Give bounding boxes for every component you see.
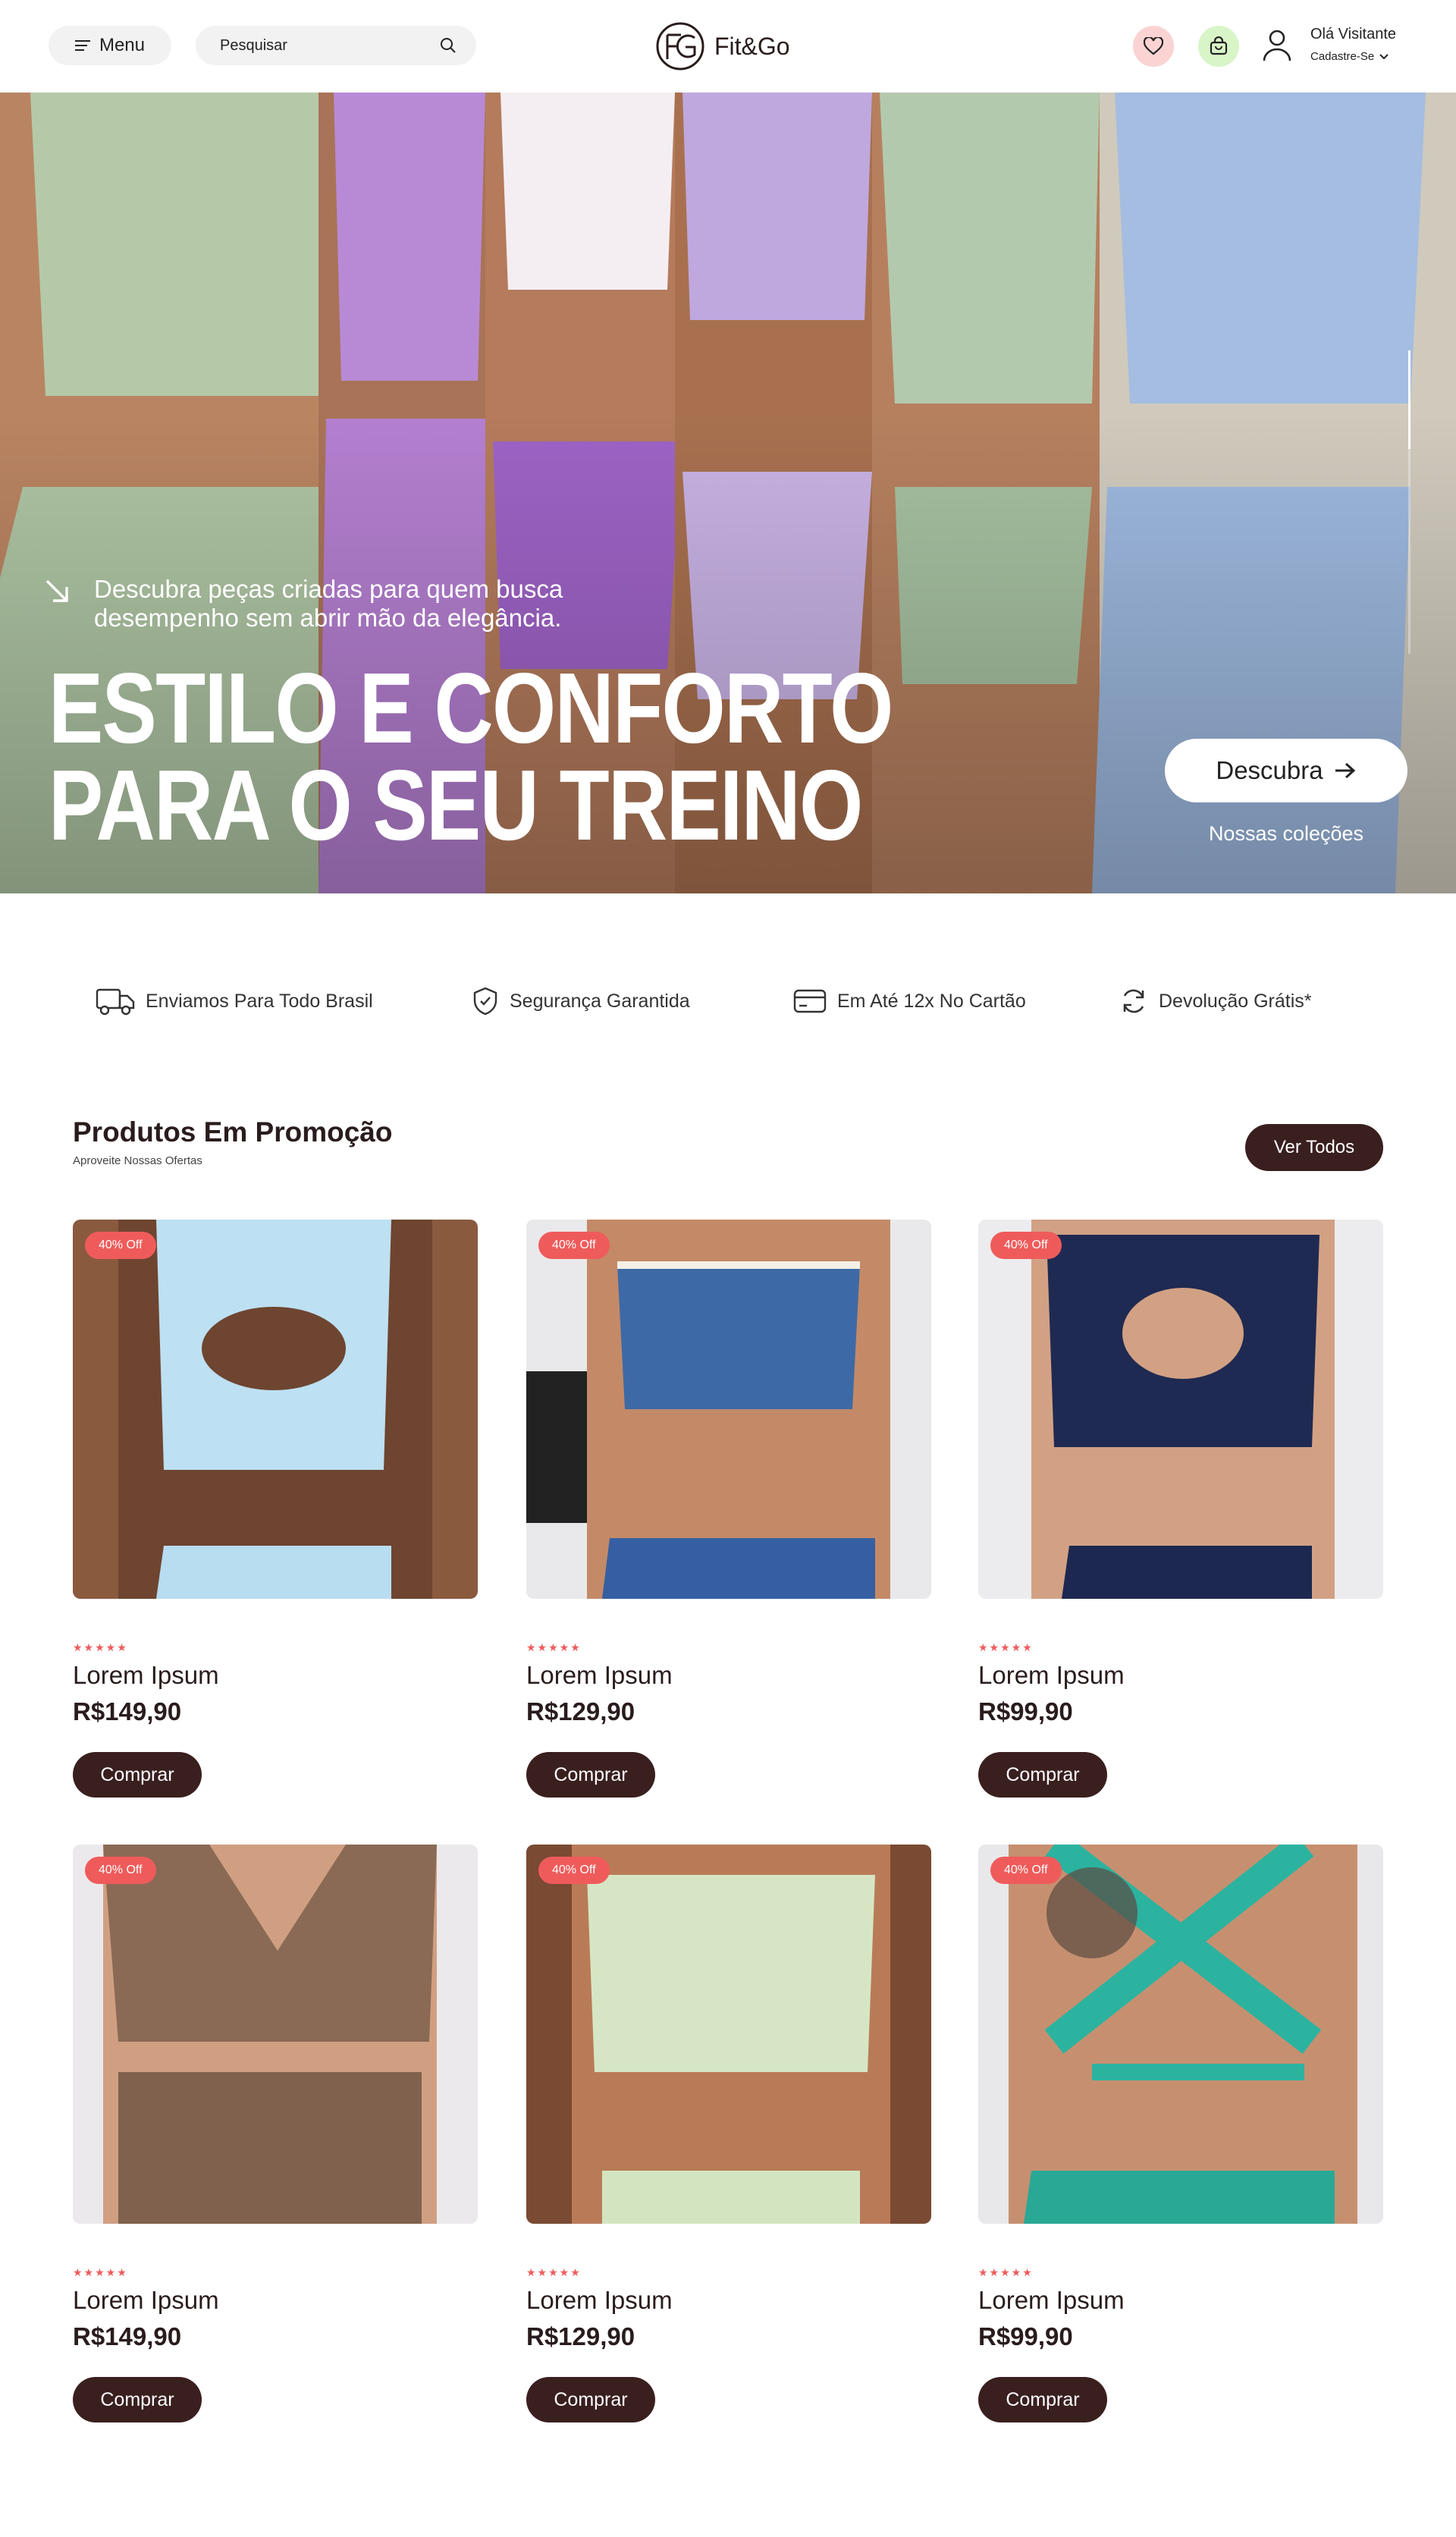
discount-badge: 40% Off <box>990 1857 1062 1884</box>
product-photo <box>978 1220 1383 1599</box>
menu-button[interactable]: Menu <box>49 26 171 65</box>
hero-title-line-2: PARA O SEU TREINO <box>49 749 863 861</box>
heart-icon <box>1144 37 1163 55</box>
product-card[interactable]: 40% Off ★★★★★ Lorem Ipsum R$129,90 Compr… <box>526 1845 931 2451</box>
rating-stars: ★★★★★ <box>978 1641 1034 1653</box>
discount-badge: 40% Off <box>538 1857 610 1884</box>
hamburger-icon <box>74 40 90 51</box>
user-icon <box>1263 30 1291 61</box>
product-name[interactable]: Lorem Ipsum <box>73 2286 219 2315</box>
discover-button[interactable]: Descubra <box>1165 739 1407 802</box>
arrow-right-icon <box>1335 762 1355 779</box>
product-card[interactable]: 40% Off ★★★★★ Lorem Ipsum R$99,90 Compra… <box>978 1845 1383 2451</box>
buy-button[interactable]: Comprar <box>73 1752 202 1798</box>
product-image[interactable]: 40% Off <box>73 1845 478 2224</box>
product-name[interactable]: Lorem Ipsum <box>526 1661 673 1690</box>
discount-badge: 40% Off <box>85 1857 156 1884</box>
hero-subtitle: Descubra peças criadas para quem busca d… <box>94 575 563 632</box>
product-price: R$149,90 <box>73 1697 182 1725</box>
user-account[interactable]: Olá Visitante Cadastre-Se <box>1262 23 1414 71</box>
rating-stars: ★★★★★ <box>73 2266 128 2278</box>
discover-label: Descubra <box>1216 756 1323 784</box>
logo-mark-icon <box>656 22 704 71</box>
product-card[interactable]: 40% Off ★★★★★ Lorem Ipsum R$99,90 Compra… <box>978 1220 1383 1826</box>
discount-badge: 40% Off <box>538 1232 610 1259</box>
benefit-installments-label: Em Até 12x No Cartão <box>837 990 1026 1012</box>
benefit-shipping-label: Enviamos Para Todo Brasil <box>146 990 373 1012</box>
benefit-security-label: Segurança Garantida <box>510 990 690 1012</box>
buy-button[interactable]: Comprar <box>978 2377 1107 2422</box>
truck-icon <box>96 988 135 1016</box>
benefit-returns-label: Devolução Grátis* <box>1159 990 1312 1012</box>
benefit-returns: Devolução Grátis* <box>1119 978 1311 1024</box>
product-name[interactable]: Lorem Ipsum <box>978 2286 1125 2315</box>
signup-link[interactable]: Cadastre-Se <box>1310 50 1389 63</box>
product-image[interactable]: 40% Off <box>526 1845 931 2224</box>
section-title: Produtos Em Promoção <box>73 1116 393 1148</box>
see-all-button[interactable]: Ver Todos <box>1245 1124 1383 1171</box>
search-icon[interactable] <box>440 37 457 54</box>
benefits-bar: Enviamos Para Todo Brasil Segurança Gara… <box>0 978 1456 1024</box>
product-card[interactable]: 40% Off ★★★★★ Lorem Ipsum R$129,90 Compr… <box>526 1220 931 1826</box>
discount-badge: 40% Off <box>85 1232 156 1259</box>
rating-stars: ★★★★★ <box>526 2266 582 2278</box>
chevron-down-icon <box>1379 53 1389 59</box>
rating-stars: ★★★★★ <box>73 1641 128 1653</box>
hero-title: ESTILO E CONFORTO PARA O SEU TREINO <box>49 652 893 861</box>
buy-button[interactable]: Comprar <box>526 2377 655 2422</box>
product-name[interactable]: Lorem Ipsum <box>526 2286 673 2315</box>
product-photo <box>73 1845 478 2224</box>
product-card[interactable]: 40% Off ★★★★★ Lorem Ipsum R$149,90 Compr… <box>73 1220 478 1826</box>
product-name[interactable]: Lorem Ipsum <box>73 1661 219 1690</box>
logo-text: Fit&Go <box>714 32 790 60</box>
menu-label: Menu <box>99 35 146 55</box>
refresh-icon <box>1123 989 1144 1013</box>
rating-stars: ★★★★★ <box>526 1641 582 1653</box>
hero-banner: Descubra peças criadas para quem busca d… <box>0 93 1456 893</box>
collections-link[interactable]: Nossas coleções <box>1165 822 1407 846</box>
buy-button[interactable]: Comprar <box>526 1752 655 1798</box>
product-image[interactable]: 40% Off <box>526 1220 931 1599</box>
site-header: Menu Fit&Go Olá Visitante Cadastre-Se <box>0 0 1456 93</box>
search-input[interactable] <box>220 36 440 55</box>
hero-title-line-1: ESTILO E CONFORTO <box>49 652 893 764</box>
shield-icon <box>473 987 497 1016</box>
product-photo <box>73 1220 478 1599</box>
wishlist-button[interactable] <box>1133 26 1174 67</box>
section-subtitle: Aproveite Nossas Ofertas <box>73 1154 202 1167</box>
product-image[interactable]: 40% Off <box>978 1220 1383 1599</box>
rating-stars: ★★★★★ <box>978 2266 1034 2278</box>
benefit-installments: Em Até 12x No Cartão <box>793 978 1026 1024</box>
product-photo <box>526 1220 931 1599</box>
signup-label: Cadastre-Se <box>1310 50 1375 63</box>
arrow-down-right-icon <box>46 579 68 602</box>
credit-card-icon <box>793 989 827 1013</box>
product-image[interactable]: 40% Off <box>73 1220 478 1599</box>
product-photo <box>526 1845 931 2224</box>
product-card[interactable]: 40% Off ★★★★★ Lorem Ipsum R$149,90 Compr… <box>73 1845 478 2451</box>
buy-button[interactable]: Comprar <box>73 2377 202 2422</box>
benefit-shipping: Enviamos Para Todo Brasil <box>96 978 373 1024</box>
brand-logo[interactable]: Fit&Go <box>655 21 790 71</box>
product-price: R$149,90 <box>73 2322 182 2350</box>
hero-slider-indicator[interactable] <box>1408 350 1410 449</box>
product-image[interactable]: 40% Off <box>978 1845 1383 2224</box>
discount-badge: 40% Off <box>990 1232 1062 1259</box>
buy-button[interactable]: Comprar <box>978 1752 1107 1798</box>
cart-button[interactable] <box>1198 26 1239 67</box>
user-greeting: Olá Visitante <box>1310 26 1397 42</box>
benefit-security: Segurança Garantida <box>472 978 690 1024</box>
product-photo <box>978 1845 1383 2224</box>
search-bar <box>196 26 476 65</box>
product-price: R$99,90 <box>978 1697 1073 1725</box>
product-price: R$99,90 <box>978 2322 1073 2350</box>
product-price: R$129,90 <box>526 2322 635 2350</box>
product-price: R$129,90 <box>526 1697 635 1725</box>
product-name[interactable]: Lorem Ipsum <box>978 1661 1125 1690</box>
shopping-bag-icon <box>1210 36 1228 55</box>
